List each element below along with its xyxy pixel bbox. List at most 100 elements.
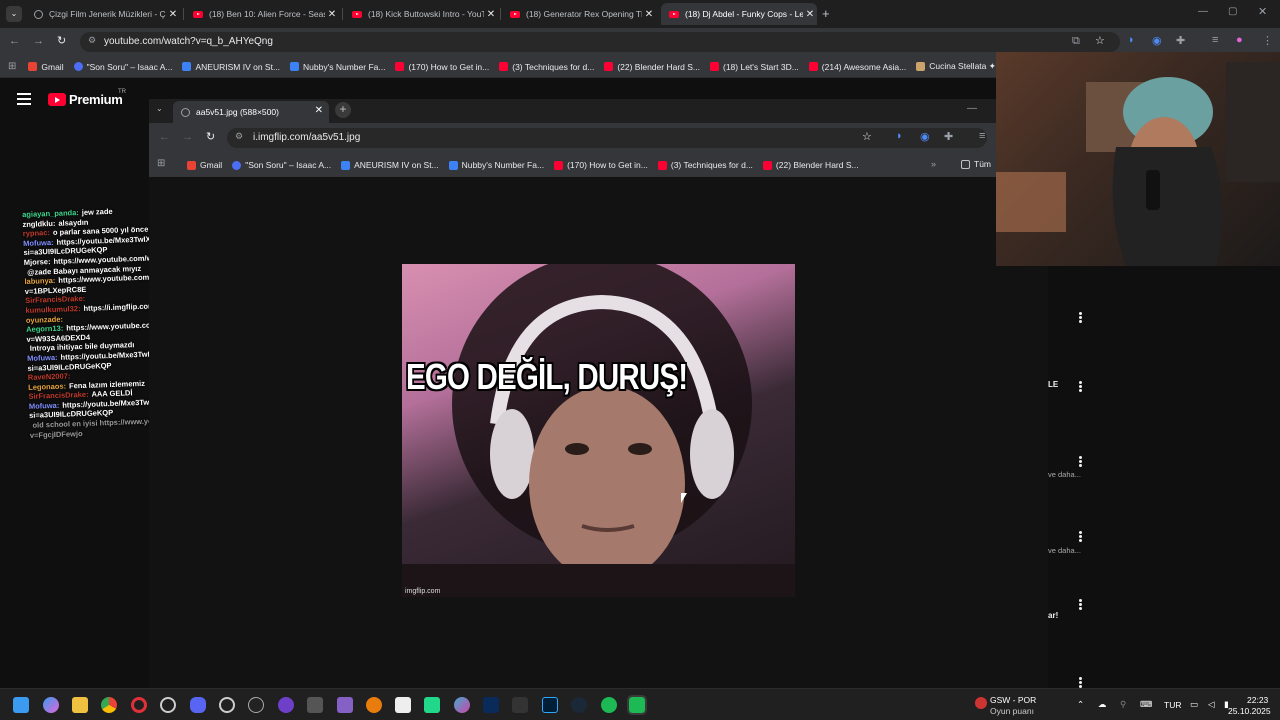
outer-tab[interactable]: (18) Generator Rex Opening Th ✕ bbox=[502, 3, 656, 25]
apps-icon[interactable]: ⊞ bbox=[157, 158, 165, 169]
popup-omnibox[interactable]: ⚙ i.imgflip.com/aa5v51.jpg bbox=[227, 128, 987, 148]
visual-studio-icon[interactable] bbox=[337, 697, 353, 713]
forward-icon[interactable]: → bbox=[182, 131, 193, 143]
bookmark-item[interactable]: "Son Soru" – Isaac A... bbox=[232, 160, 331, 170]
bookmark-item[interactable]: ANEURISM IV on St... bbox=[182, 62, 280, 72]
hamburger-menu-icon[interactable] bbox=[17, 93, 31, 105]
app-icon-active[interactable] bbox=[627, 695, 647, 715]
outer-tab[interactable]: (18) Kick Buttowski Intro - YouT ✕ bbox=[344, 3, 498, 25]
language-indicator[interactable]: TUR bbox=[1164, 700, 1181, 710]
outer-tab-active[interactable]: (18) Dj Abdel - Funky Cops - Le ✕ bbox=[661, 3, 817, 25]
tab-search-button[interactable]: ⌄ bbox=[156, 104, 163, 113]
popup-tab-active[interactable]: aa5v51.jpg (588×500) ✕ bbox=[173, 101, 329, 123]
windows-start-icon[interactable] bbox=[13, 697, 29, 713]
site-info-icon[interactable]: ⚙ bbox=[235, 131, 243, 142]
close-icon[interactable]: ✕ bbox=[642, 9, 656, 20]
extension-icon[interactable]: ◗ bbox=[1128, 34, 1135, 46]
forward-icon[interactable]: → bbox=[33, 35, 44, 47]
more-options-icon[interactable] bbox=[1079, 455, 1083, 468]
fresco-icon[interactable] bbox=[483, 697, 499, 713]
reload-icon[interactable]: ↻ bbox=[206, 130, 215, 143]
media-icon[interactable]: ≡ bbox=[979, 130, 985, 142]
reload-icon[interactable]: ↻ bbox=[57, 34, 66, 47]
cloud-icon[interactable]: ☁ bbox=[1098, 699, 1107, 710]
pycharm-icon[interactable] bbox=[424, 697, 440, 713]
minimize-button[interactable]: — bbox=[1198, 6, 1208, 17]
spotify-icon[interactable] bbox=[601, 697, 617, 713]
bookmark-item[interactable]: Nubby's Number Fa... bbox=[290, 62, 385, 72]
menu-icon[interactable]: ⋮ bbox=[1262, 34, 1273, 47]
clock-time[interactable]: 22:23 bbox=[1247, 695, 1268, 705]
discord-icon[interactable] bbox=[190, 697, 206, 713]
bookmark-item[interactable]: (3) Techniques for d... bbox=[657, 160, 753, 170]
more-options-icon[interactable] bbox=[1079, 380, 1083, 393]
bookmark-item[interactable]: (170) How to Get in... bbox=[554, 160, 648, 170]
keyboard-icon[interactable]: ⌨ bbox=[1140, 699, 1152, 710]
new-tab-button[interactable]: + bbox=[335, 102, 351, 118]
notification-title[interactable]: GSW - POR bbox=[990, 695, 1036, 705]
outer-tab[interactable]: Çizgi Film Jenerik Müzikleri - Ç ✕ bbox=[26, 3, 180, 25]
extension-icon[interactable]: ◗ bbox=[896, 130, 903, 142]
bookmark-item[interactable]: (22) Blender Hard S... bbox=[604, 62, 700, 72]
star-icon[interactable]: ☆ bbox=[862, 130, 872, 143]
bookmark-item[interactable]: ANEURISM IV on St... bbox=[341, 160, 439, 170]
close-icon[interactable]: ✕ bbox=[166, 9, 180, 20]
sports-notification-icon[interactable] bbox=[975, 697, 987, 709]
cast-icon[interactable]: ⧉ bbox=[1072, 35, 1080, 48]
unreal-icon[interactable] bbox=[248, 697, 264, 713]
new-tab-button[interactable]: + bbox=[822, 6, 830, 21]
back-icon[interactable]: ← bbox=[9, 35, 20, 47]
copilot-icon[interactable] bbox=[43, 697, 59, 713]
volume-icon[interactable]: ◁ bbox=[1208, 699, 1215, 710]
bookmark-item[interactable]: (22) Blender Hard S... bbox=[762, 160, 859, 170]
bookmark-item[interactable]: "Son Soru" – Isaac A... bbox=[73, 62, 172, 72]
maximize-button[interactable]: ▢ bbox=[1228, 6, 1237, 17]
bookmark-item[interactable]: (18) Let's Start 3D... bbox=[710, 62, 799, 72]
mic-icon[interactable]: ⚲ bbox=[1120, 699, 1126, 710]
bookmark-item[interactable]: Gmail bbox=[28, 62, 64, 72]
app-icon[interactable] bbox=[395, 697, 411, 713]
file-explorer-icon[interactable] bbox=[72, 697, 88, 713]
outer-omnibox[interactable]: ⚙ youtube.com/watch?v=q_b_AHYeQng bbox=[80, 32, 1120, 52]
clock-date[interactable]: 25.10.2025 bbox=[1228, 706, 1271, 716]
opera-icon[interactable] bbox=[131, 697, 147, 713]
photoshop-icon[interactable] bbox=[542, 697, 558, 713]
close-icon[interactable]: ✕ bbox=[484, 9, 498, 20]
bookmark-item[interactable]: Gmail bbox=[187, 160, 222, 170]
star-icon[interactable]: ☆ bbox=[1095, 34, 1105, 47]
bookmark-item[interactable]: (214) Awesome Asia... bbox=[808, 62, 906, 72]
app-icon[interactable] bbox=[512, 697, 528, 713]
extension-icon[interactable]: ◉ bbox=[920, 130, 930, 143]
puzzle-icon[interactable]: ✚ bbox=[944, 130, 953, 143]
more-options-icon[interactable] bbox=[1079, 311, 1083, 324]
close-icon[interactable]: ✕ bbox=[803, 9, 817, 20]
profile-icon[interactable]: ● bbox=[1236, 34, 1243, 46]
close-icon[interactable]: ✕ bbox=[325, 9, 339, 20]
blender-icon[interactable] bbox=[366, 697, 382, 713]
site-info-icon[interactable]: ⚙ bbox=[88, 35, 96, 46]
more-options-icon[interactable] bbox=[1079, 598, 1083, 611]
bookmark-item[interactable]: (170) How to Get in... bbox=[395, 62, 489, 72]
more-bookmarks-icon[interactable]: » bbox=[931, 159, 936, 169]
bookmark-item[interactable]: (3) Techniques for d... bbox=[499, 62, 594, 72]
network-icon[interactable]: ▭ bbox=[1190, 699, 1198, 710]
chevron-up-icon[interactable]: ⌃ bbox=[1077, 699, 1084, 710]
tab-search-button[interactable]: ⌄ bbox=[6, 6, 22, 22]
app-icon[interactable] bbox=[219, 697, 235, 713]
app-icon[interactable] bbox=[307, 697, 323, 713]
close-window-button[interactable]: ✕ bbox=[1258, 5, 1267, 18]
minimize-button[interactable]: — bbox=[967, 103, 977, 114]
app-icon[interactable] bbox=[454, 697, 470, 713]
apps-icon[interactable]: ⊞ bbox=[8, 61, 16, 72]
more-options-icon[interactable] bbox=[1079, 530, 1083, 543]
youtube-premium-logo[interactable]: Premium TR bbox=[48, 89, 126, 107]
chrome-icon[interactable] bbox=[101, 697, 117, 713]
steam-icon[interactable] bbox=[571, 697, 587, 713]
back-icon[interactable]: ← bbox=[159, 131, 170, 143]
media-icon[interactable]: ≡ bbox=[1212, 34, 1218, 46]
bookmark-item[interactable]: Nubby's Number Fa... bbox=[448, 160, 544, 170]
puzzle-icon[interactable]: ✚ bbox=[1176, 34, 1185, 47]
all-bookmarks-folder[interactable]: Tüm bbox=[961, 159, 991, 169]
close-icon[interactable]: ✕ bbox=[315, 105, 323, 116]
extension-icon[interactable]: ◉ bbox=[1152, 34, 1162, 47]
